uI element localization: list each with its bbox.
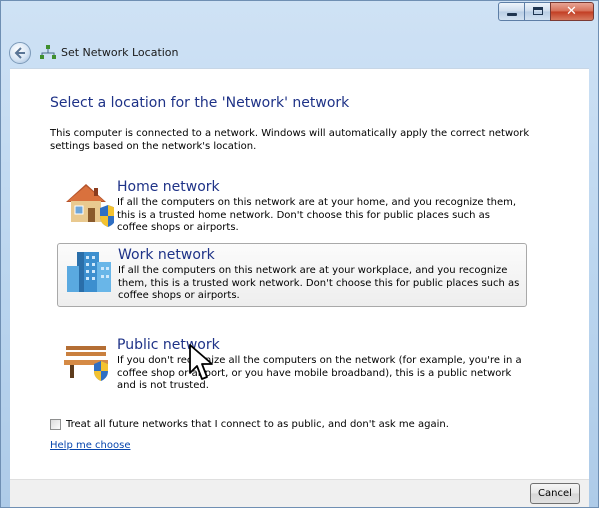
work-icon (67, 252, 111, 292)
treat-public-checkbox[interactable] (50, 419, 61, 430)
page-heading: Select a location for the 'Network' netw… (50, 95, 350, 111)
option-title: Work network (118, 247, 215, 263)
back-arrow-icon (14, 47, 25, 59)
home-network-option[interactable]: Home network If all the computers on thi… (57, 176, 527, 240)
close-button[interactable]: ✕ (550, 2, 594, 21)
public-network-option[interactable]: Public network If you don't recognize al… (57, 334, 527, 398)
work-network-option[interactable]: Work network If all the computers on thi… (57, 243, 527, 307)
option-description: If you don't recognize all the computers… (117, 355, 522, 391)
dialog-window: ✕ Set Network Location Select a location… (0, 0, 599, 508)
maximize-icon (533, 7, 543, 15)
title-bar[interactable]: ✕ Set Network Location (1, 1, 598, 69)
public-bench-icon (64, 346, 108, 381)
option-description: If all the computers on this network are… (118, 265, 520, 301)
home-icon (66, 184, 114, 227)
window-title: Set Network Location (61, 46, 179, 59)
caption-buttons: ✕ (498, 2, 594, 21)
minimize-button[interactable] (498, 2, 525, 21)
option-title: Home network (117, 179, 220, 195)
content-area: Select a location for the 'Network' netw… (10, 68, 589, 480)
help-me-choose-link[interactable]: Help me choose (50, 440, 130, 451)
cancel-button[interactable]: Cancel (530, 483, 580, 504)
minimize-icon (507, 13, 517, 16)
close-icon: ✕ (566, 4, 577, 19)
back-button[interactable] (9, 42, 31, 64)
treat-public-label[interactable]: Treat all future networks that I connect… (66, 419, 449, 430)
option-description: If all the computers on this network are… (117, 197, 517, 233)
footer-bar: Cancel (10, 479, 589, 507)
treat-public-row: Treat all future networks that I connect… (50, 419, 449, 430)
page-description: This computer is connected to a network.… (50, 128, 530, 152)
maximize-button[interactable] (524, 2, 551, 21)
mouse-cursor-icon (189, 344, 213, 380)
network-icon (40, 45, 56, 59)
